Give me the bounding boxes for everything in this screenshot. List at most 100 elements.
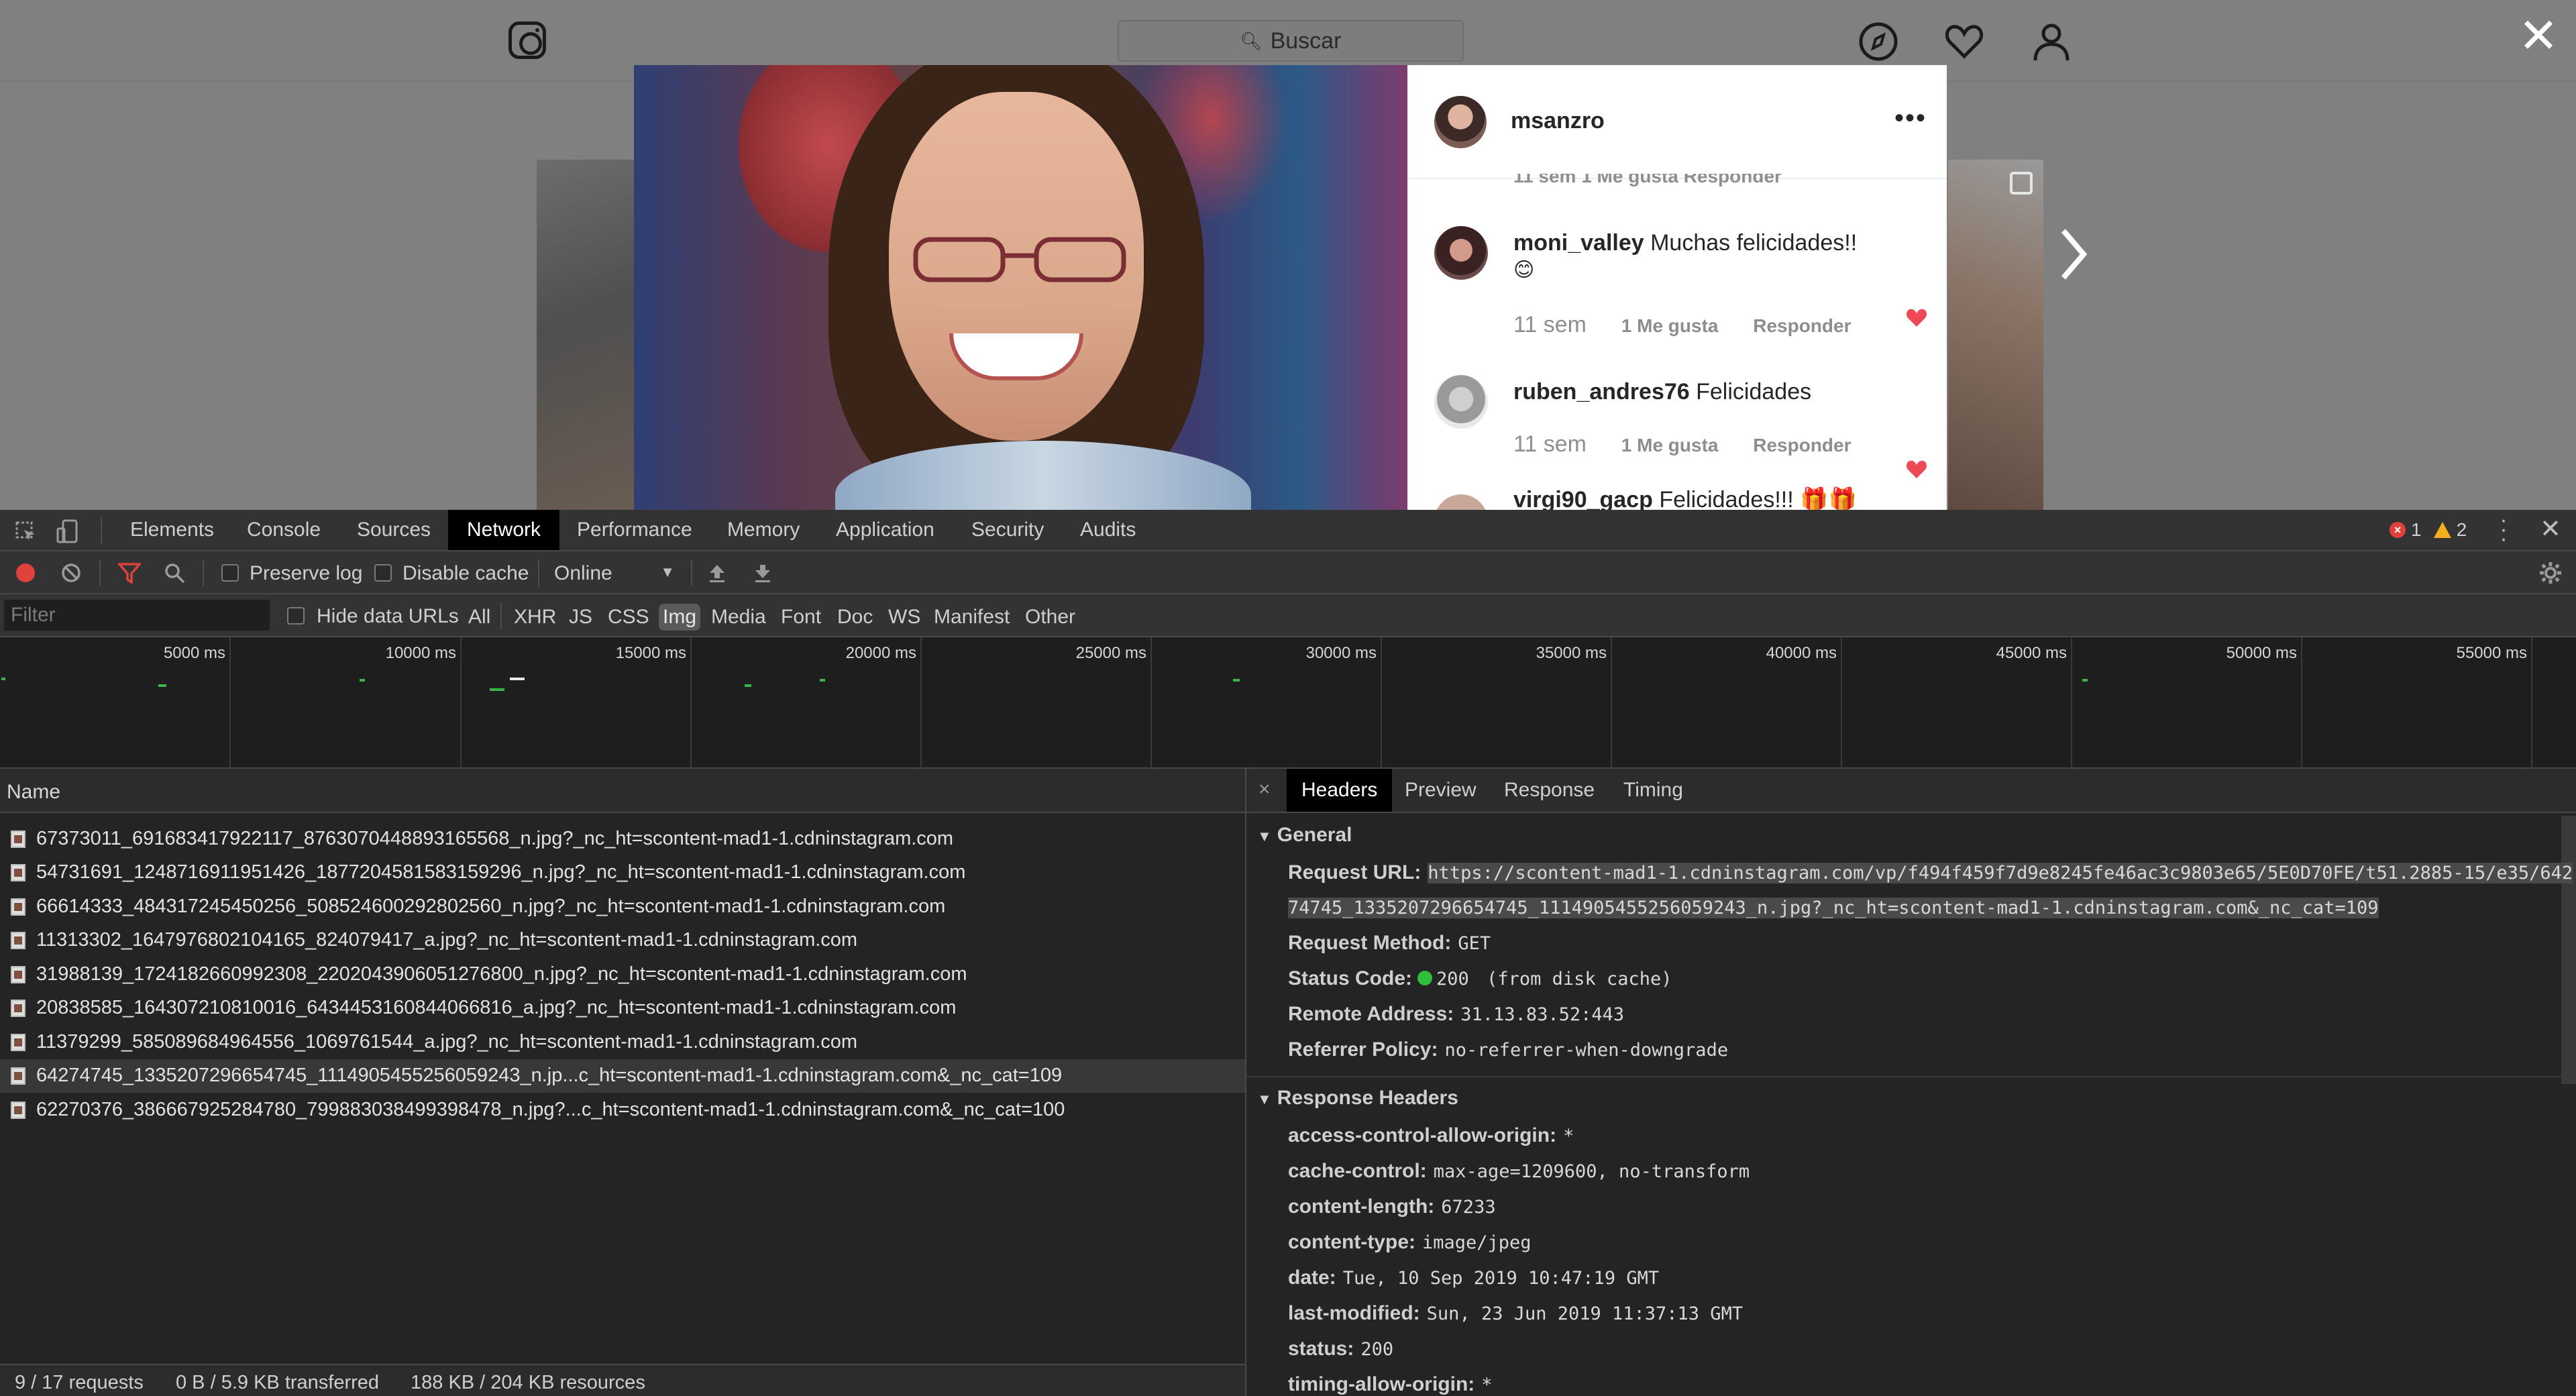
search-input[interactable]: 🔍︎ Buscar (1118, 20, 1464, 62)
comment-user[interactable]: virgi90_gacp (1513, 487, 1653, 510)
header-value: 31.13.83.52:443 (1460, 1004, 1625, 1025)
request-row-selected[interactable]: 64274745_1335207296654745_11149054552560… (0, 1059, 1245, 1093)
response-headers-section-toggle[interactable]: ▼ Response Headers (1257, 1087, 1458, 1110)
filter-icon[interactable] (118, 562, 141, 584)
issues-counter[interactable]: × 1 2 (2390, 519, 2467, 541)
timeline-tick-label: 30000 ms (1305, 644, 1377, 662)
carousel-next-card[interactable] (1948, 160, 2043, 510)
request-row[interactable]: 62270376_386667925284780_799883038499398… (0, 1093, 1245, 1127)
gear-icon[interactable] (2538, 561, 2563, 585)
type-filter-font[interactable]: Font (781, 604, 821, 631)
post-photo[interactable] (634, 65, 1407, 510)
export-har-icon[interactable] (753, 562, 773, 584)
type-filter-img[interactable]: Img (659, 604, 701, 631)
request-row[interactable]: 11379299_585089684964556_1069761544_a.jp… (0, 1026, 1245, 1059)
profile-icon[interactable] (2030, 20, 2073, 63)
header-value[interactable]: https://scontent-mad1-1.cdninstagram.com… (1428, 863, 2573, 883)
close-detail-icon[interactable]: × (1258, 778, 1271, 801)
tab-performance[interactable]: Performance (577, 510, 692, 550)
type-filter-xhr[interactable]: XHR (514, 604, 556, 631)
header-value: Tue, 10 Sep 2019 10:47:19 GMT (1342, 1268, 1660, 1289)
filter-input[interactable] (4, 600, 270, 631)
request-row[interactable]: 31988139_1724182660992308_22020439060512… (0, 958, 1245, 991)
request-row[interactable]: 54731691_1248716911951426_18772045815831… (0, 856, 1245, 890)
close-icon[interactable]: ✕ (2517, 12, 2560, 60)
comment-likes[interactable]: 1 Me gusta (1621, 435, 1719, 455)
comment-user[interactable]: ruben_andres76 (1513, 379, 1690, 405)
general-section-toggle[interactable]: ▼ General (1257, 824, 1352, 847)
devtools-tab-bar: Elements Console Sources Network Perform… (0, 508, 2576, 551)
more-options-icon[interactable]: ••• (1894, 105, 1927, 131)
type-filter-all[interactable]: All (468, 604, 490, 631)
throttling-value: Online (554, 562, 612, 584)
tab-elements[interactable]: Elements (130, 510, 214, 550)
comment-time[interactable]: 11 sem (1513, 312, 1587, 337)
request-row[interactable]: 66614333_484317245450256_508524600292802… (0, 890, 1245, 924)
type-filter-js[interactable]: JS (569, 604, 592, 631)
search-icon[interactable] (164, 562, 185, 584)
disable-cache-checkbox[interactable] (374, 564, 392, 582)
type-filter-doc[interactable]: Doc (837, 604, 873, 631)
heart-icon[interactable] (1943, 20, 1986, 63)
scrollbar[interactable] (2561, 816, 2576, 1084)
liked-heart-icon[interactable] (1905, 458, 1928, 481)
timeline-request-bar (745, 684, 751, 687)
tab-response[interactable]: Response (1504, 769, 1595, 812)
type-filter-manifest[interactable]: Manifest (934, 604, 1010, 631)
comment-likes[interactable]: 1 Me gusta (1621, 315, 1719, 336)
request-method-row: Request Method: GET (1288, 932, 1491, 955)
avatar[interactable] (1434, 375, 1488, 429)
request-list-header[interactable]: Name (0, 769, 1245, 813)
grid-line (920, 637, 922, 769)
post-owner-name[interactable]: msanzro (1511, 108, 1605, 134)
compass-icon[interactable] (1857, 20, 1900, 63)
tab-timing[interactable]: Timing (1623, 769, 1683, 812)
type-filter-other[interactable]: Other (1025, 604, 1075, 631)
header-value[interactable]: 74745_1335207296654745_11149054552560592… (1288, 898, 2379, 918)
tab-security[interactable]: Security (971, 510, 1044, 550)
request-row[interactable]: 20838585_164307210810016_643445316084406… (0, 991, 1245, 1025)
hide-data-urls-checkbox[interactable] (287, 607, 305, 625)
name-column-header[interactable]: Name (7, 781, 60, 804)
clear-icon[interactable] (60, 562, 82, 584)
tab-network[interactable]: Network (448, 510, 560, 550)
type-filter-media[interactable]: Media (711, 604, 766, 631)
reply-button[interactable]: Responder (1753, 435, 1851, 455)
preserve-log-checkbox[interactable] (221, 564, 239, 582)
comment-user[interactable]: moni_valley (1513, 230, 1644, 256)
tab-application[interactable]: Application (836, 510, 934, 550)
liked-heart-icon[interactable] (1905, 307, 1928, 329)
tab-preview[interactable]: Preview (1405, 769, 1477, 812)
timeline-request-bar (1, 678, 5, 680)
throttling-select[interactable]: Online ▼ (554, 558, 675, 588)
avatar[interactable] (1434, 226, 1488, 280)
tab-sources[interactable]: Sources (357, 510, 431, 550)
inspect-element-icon[interactable] (15, 521, 36, 542)
avatar[interactable] (1434, 96, 1487, 148)
type-filter-ws[interactable]: WS (888, 604, 920, 631)
record-icon[interactable] (16, 563, 35, 582)
tab-headers[interactable]: Headers (1287, 769, 1393, 812)
more-menu-icon[interactable]: · · · (2497, 508, 2510, 550)
carousel-prev-card[interactable] (537, 160, 635, 510)
request-row[interactable]: 11313302_1647976802104165_824079417_a.jp… (0, 924, 1245, 957)
chevron-right-icon[interactable] (2057, 224, 2090, 284)
disable-cache-label: Disable cache (402, 562, 529, 584)
image-file-icon (11, 1000, 25, 1017)
request-row[interactable]: 67373011_691683417922117_876307044889316… (0, 822, 1245, 856)
tab-audits[interactable]: Audits (1080, 510, 1136, 550)
reply-button[interactable]: Responder (1753, 315, 1851, 336)
grid-line (1841, 637, 1842, 769)
header-value: image/jpeg (1422, 1232, 1532, 1253)
tab-console[interactable]: Console (247, 510, 321, 550)
close-devtools-icon[interactable]: ✕ (2540, 514, 2561, 544)
import-har-icon[interactable] (707, 562, 727, 584)
network-overview-timeline[interactable]: 5000 ms 10000 ms 15000 ms 20000 ms 25000… (0, 637, 2576, 769)
avatar[interactable] (1434, 494, 1488, 510)
tab-memory[interactable]: Memory (727, 510, 800, 550)
comment-time[interactable]: 11 sem (1513, 431, 1587, 457)
type-filter-css[interactable]: CSS (608, 604, 649, 631)
grid-line (1611, 637, 1612, 769)
device-toolbar-icon[interactable] (56, 519, 79, 543)
instagram-camera-icon[interactable] (508, 21, 546, 59)
